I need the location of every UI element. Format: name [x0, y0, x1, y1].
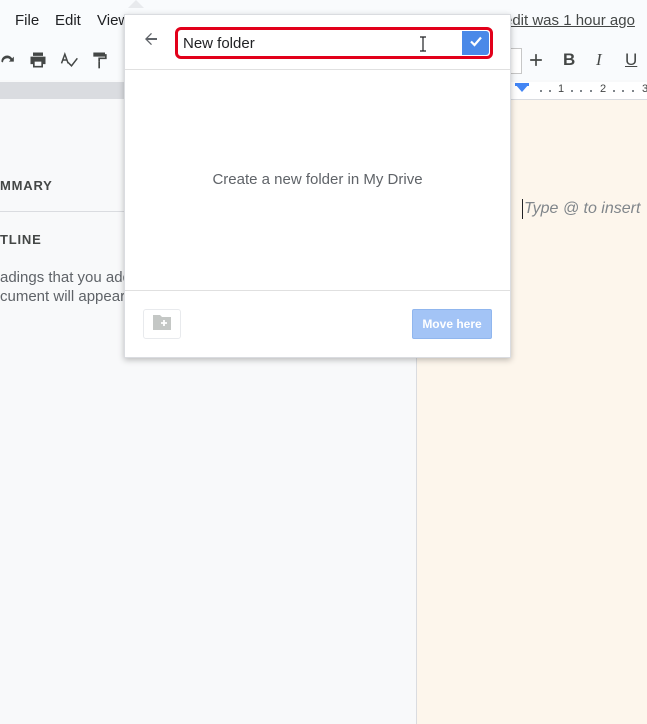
- text-cursor: [522, 199, 523, 219]
- italic-button[interactable]: I: [596, 50, 602, 70]
- ruler-number: 3: [642, 83, 647, 95]
- confirm-button[interactable]: [462, 31, 489, 55]
- indent-marker[interactable]: [515, 84, 529, 92]
- back-button[interactable]: [139, 29, 163, 53]
- last-edit-link[interactable]: edit was 1 hour ago: [504, 12, 635, 29]
- move-here-button[interactable]: Move here: [412, 309, 492, 339]
- plus-icon[interactable]: [524, 48, 548, 72]
- ruler-number: 2: [600, 83, 607, 95]
- underline-button[interactable]: U: [625, 50, 637, 70]
- print-icon[interactable]: [26, 48, 50, 72]
- folder-name-field-highlight: [175, 27, 493, 59]
- redo-icon[interactable]: [0, 48, 20, 72]
- outline-heading: TLINE: [0, 232, 42, 247]
- dialog-divider: [125, 69, 510, 70]
- outline-help-text: cument will appear: [0, 288, 126, 305]
- dialog-pointer: [128, 0, 144, 8]
- paint-format-icon[interactable]: [88, 48, 112, 72]
- empty-folder-message: Create a new folder in My Drive: [212, 171, 423, 188]
- menu-file[interactable]: File: [15, 12, 39, 29]
- spellcheck-icon[interactable]: [57, 48, 81, 72]
- menu-edit[interactable]: Edit: [55, 12, 81, 29]
- new-folder-button[interactable]: [143, 309, 181, 339]
- summary-heading: MMARY: [0, 178, 53, 193]
- dialog-divider: [125, 290, 510, 291]
- ruler-number: 1: [558, 83, 565, 95]
- document-placeholder[interactable]: Type @ to insert: [524, 200, 640, 218]
- arrow-left-icon: [143, 31, 159, 52]
- text-cursor-icon: [420, 36, 426, 52]
- bold-button[interactable]: B: [563, 50, 575, 70]
- move-folder-dialog: Create a new folder in My Drive Move her…: [124, 14, 511, 358]
- new-folder-icon: [152, 313, 172, 336]
- check-icon: [469, 34, 483, 53]
- outline-help-text: adings that you add: [0, 269, 131, 286]
